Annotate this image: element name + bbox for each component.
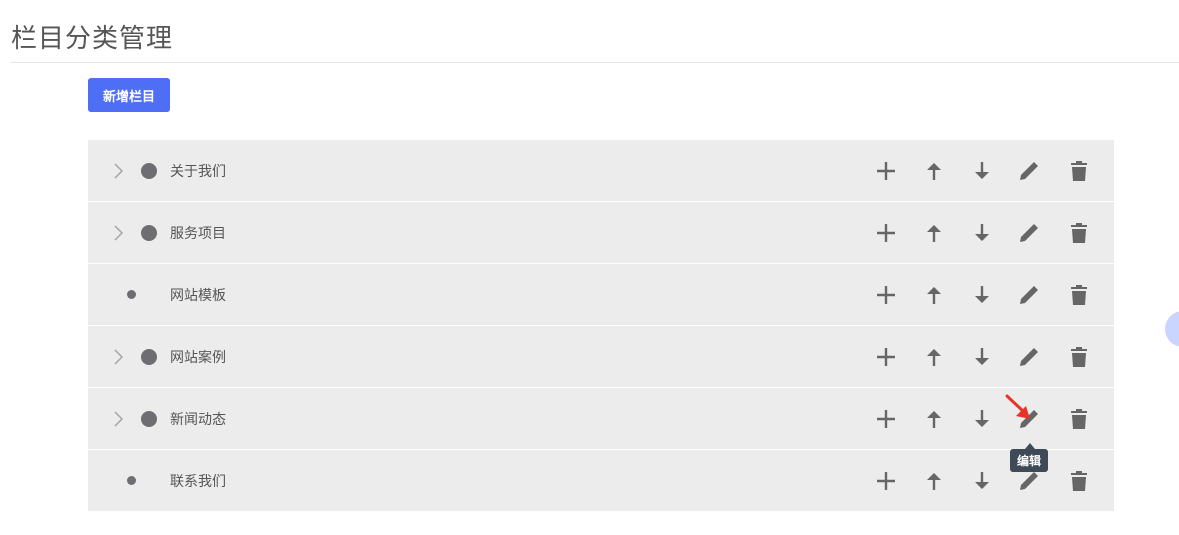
edit-button[interactable] [1017, 159, 1041, 183]
plus-icon [877, 162, 895, 180]
edit-tooltip: 编辑 [1010, 449, 1049, 472]
category-tree: 关于我们 服务项目 网站模板 网站案例 新闻动态 联系我们 [88, 140, 1114, 511]
tree-row: 关于我们 [88, 140, 1114, 202]
arrow-down-icon [975, 162, 989, 179]
expand-chevron-icon[interactable] [112, 410, 126, 428]
delete-button[interactable] [1067, 345, 1091, 369]
plus-icon [877, 348, 895, 366]
trash-icon [1071, 285, 1087, 305]
arrow-up-icon [927, 411, 941, 428]
arrow-down-icon [975, 224, 989, 241]
plus-icon [877, 224, 895, 242]
add-child-button[interactable] [874, 221, 898, 245]
arrow-up-icon [927, 163, 941, 180]
arrow-up-icon [927, 287, 941, 304]
move-up-button[interactable] [922, 469, 946, 493]
trash-icon [1071, 347, 1087, 367]
leaf-dot-icon [127, 476, 136, 485]
row-label: 关于我们 [170, 164, 226, 180]
pencil-icon [1020, 348, 1038, 366]
add-child-button[interactable] [874, 283, 898, 307]
trash-icon [1071, 161, 1087, 181]
move-up-button[interactable] [922, 345, 946, 369]
add-child-button[interactable] [874, 345, 898, 369]
floating-side-button[interactable] [1165, 311, 1179, 347]
node-dot-icon [141, 225, 157, 241]
row-label: 网站模板 [170, 288, 226, 304]
pointer-arrow-icon [1005, 394, 1030, 419]
arrow-down-icon [975, 410, 989, 427]
move-down-button[interactable] [970, 283, 994, 307]
move-up-button[interactable] [922, 283, 946, 307]
row-label: 新闻动态 [170, 412, 226, 428]
delete-button[interactable] [1067, 221, 1091, 245]
move-down-button[interactable] [970, 159, 994, 183]
move-up-button[interactable] [922, 407, 946, 431]
trash-icon [1071, 409, 1087, 429]
delete-button[interactable] [1067, 159, 1091, 183]
move-down-button[interactable] [970, 469, 994, 493]
move-down-button[interactable] [970, 345, 994, 369]
plus-icon [877, 410, 895, 428]
title-divider [10, 62, 1179, 63]
edit-button[interactable] [1017, 469, 1041, 493]
pencil-icon [1020, 472, 1038, 490]
tree-row: 网站模板 [88, 264, 1114, 326]
pencil-icon [1020, 286, 1038, 304]
edit-button[interactable] [1017, 345, 1041, 369]
edit-button[interactable] [1017, 283, 1041, 307]
tree-row: 网站案例 [88, 326, 1114, 388]
arrow-down-icon [975, 472, 989, 489]
delete-button[interactable] [1067, 283, 1091, 307]
edit-button[interactable] [1017, 221, 1041, 245]
move-down-button[interactable] [970, 407, 994, 431]
row-label: 网站案例 [170, 350, 226, 366]
plus-icon [877, 286, 895, 304]
pencil-icon [1020, 224, 1038, 242]
tree-row: 新闻动态 [88, 388, 1114, 450]
move-up-button[interactable] [922, 159, 946, 183]
row-label: 联系我们 [170, 474, 226, 490]
arrow-up-icon [927, 349, 941, 366]
pencil-icon [1020, 162, 1038, 180]
delete-button[interactable] [1067, 469, 1091, 493]
tree-row: 联系我们 [88, 450, 1114, 511]
leaf-dot-icon [127, 290, 136, 299]
node-dot-icon [141, 163, 157, 179]
arrow-down-icon [975, 348, 989, 365]
move-down-button[interactable] [970, 221, 994, 245]
page-title: 栏目分类管理 [11, 24, 174, 54]
trash-icon [1071, 223, 1087, 243]
arrow-up-icon [927, 225, 941, 242]
plus-icon [877, 472, 895, 490]
add-child-button[interactable] [874, 159, 898, 183]
trash-icon [1071, 471, 1087, 491]
add-child-button[interactable] [874, 407, 898, 431]
expand-chevron-icon[interactable] [112, 224, 126, 242]
arrow-down-icon [975, 286, 989, 303]
add-child-button[interactable] [874, 469, 898, 493]
delete-button[interactable] [1067, 407, 1091, 431]
expand-chevron-icon[interactable] [112, 162, 126, 180]
add-category-button[interactable]: 新增栏目 [88, 78, 170, 112]
arrow-up-icon [927, 473, 941, 490]
tree-row: 服务项目 [88, 202, 1114, 264]
expand-chevron-icon[interactable] [112, 348, 126, 366]
node-dot-icon [141, 411, 157, 427]
node-dot-icon [141, 349, 157, 365]
move-up-button[interactable] [922, 221, 946, 245]
row-label: 服务项目 [170, 226, 226, 242]
